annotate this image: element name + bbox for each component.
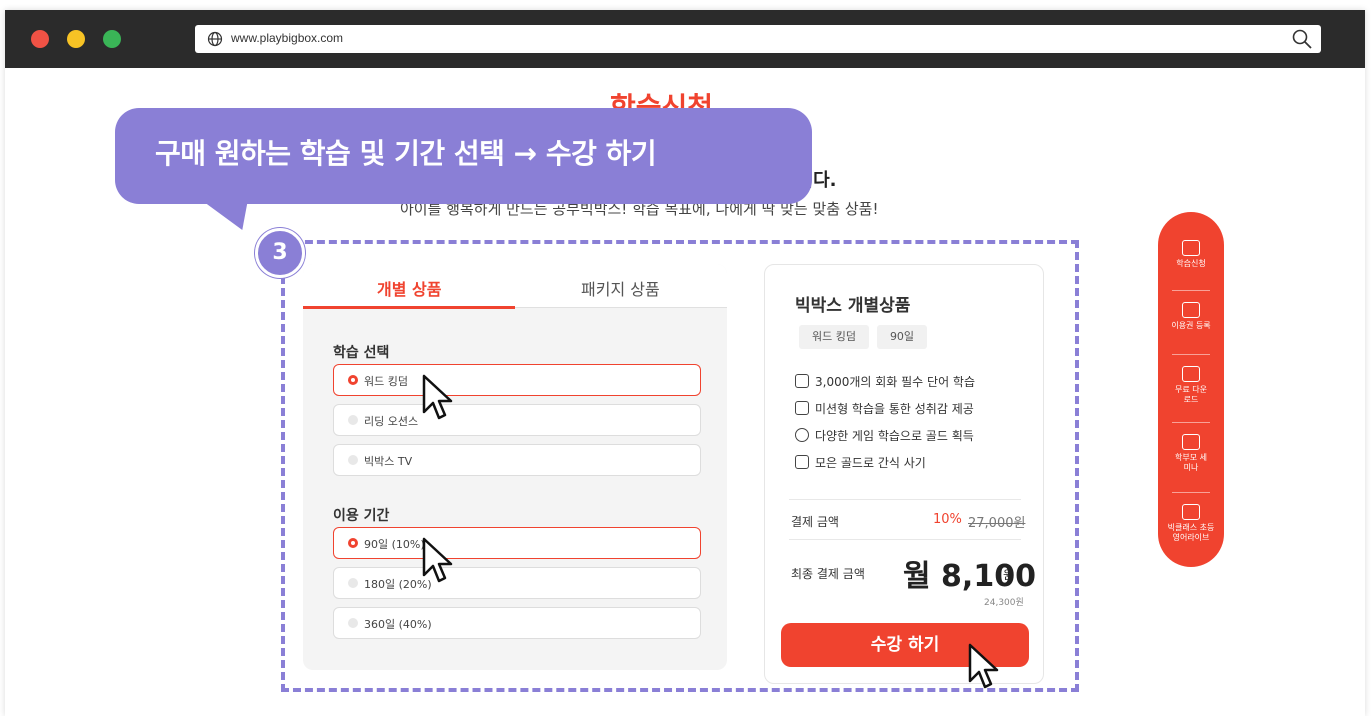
period-option[interactable]: 90일 (10%) [333, 527, 701, 559]
tab-individual-product[interactable]: 개별 상품 [377, 276, 441, 300]
feature-item: 3,000개의 회화 필수 단어 학습 [795, 373, 975, 390]
divider [1172, 422, 1210, 423]
globe-icon [207, 31, 223, 47]
mission-icon [795, 401, 809, 415]
apply-icon [1182, 240, 1200, 256]
product-tabs: 개별 상품 패키지 상품 [303, 264, 727, 309]
option-label: 90일 (10%) [364, 538, 425, 551]
period-option[interactable]: 180일 (20%) [333, 567, 701, 599]
final-price: 월 8,100 [903, 559, 1036, 594]
quick-menu: 학습신청 이용권 등록 무료 다운로드 학부모 세미나 빅클래스 초등영어라이브 [1158, 212, 1224, 567]
radio-icon [348, 455, 358, 465]
selected-period-chip: 90일 [877, 325, 927, 349]
learning-option[interactable]: 빅박스 TV [333, 444, 701, 476]
payment-amount-label: 결제 금액 [791, 515, 839, 529]
final-price-unit: 원 [1003, 568, 1015, 582]
order-summary-panel: 빅박스 개별상품 워드 킹덤 90일 3,000개의 회화 필수 단어 학습 미… [764, 264, 1044, 684]
maximize-window-button[interactable] [103, 30, 121, 48]
quick-menu-label: 이용권 등록 [1171, 321, 1211, 330]
total-price: 24,300원 [984, 598, 1024, 608]
quick-menu-label: 학부모 세미나 [1175, 453, 1207, 472]
divider [789, 539, 1021, 540]
browser-toolbar: www.playbigbox.com [5, 10, 1365, 68]
learning-section-label: 학습 선택 [333, 345, 390, 361]
class-icon [1182, 504, 1200, 520]
learning-option[interactable]: 워드 킹덤 [333, 364, 701, 396]
tab-package-product[interactable]: 패키지 상품 [581, 276, 660, 300]
address-bar[interactable]: www.playbigbox.com [195, 25, 1321, 53]
star-icon [795, 428, 809, 442]
search-icon[interactable] [1291, 28, 1313, 50]
callout-text: 구매 원하는 학습 및 기간 선택 → 수강 하기 [155, 137, 657, 170]
mouse-cursor-icon [422, 537, 453, 583]
discount-rate: 10% [933, 512, 962, 527]
ticket-icon [1182, 302, 1200, 318]
quick-menu-download[interactable]: 무료 다운로드 [1158, 366, 1224, 404]
radio-icon [348, 415, 358, 425]
step-badge: 3 [255, 228, 305, 278]
quick-menu-label: 빅클래스 초등영어라이브 [1167, 523, 1215, 542]
selection-panel: 개별 상품 패키지 상품 학습 선택 워드 킹덤 리딩 오션스 빅박스 TV 이… [303, 264, 727, 670]
url-text: www.playbigbox.com [231, 31, 344, 45]
feature-item: 다양한 게임 학습으로 골드 획득 [795, 427, 974, 444]
radio-icon [348, 538, 358, 548]
summary-title: 빅박스 개별상품 [795, 296, 911, 316]
seminar-icon [1182, 434, 1200, 450]
close-window-button[interactable] [31, 30, 49, 48]
feature-item: 미션형 학습을 통한 성취감 제공 [795, 400, 974, 417]
selected-learning-chip: 워드 킹덤 [799, 325, 869, 349]
radio-icon [348, 375, 358, 385]
quick-menu-label: 무료 다운로드 [1175, 385, 1207, 404]
active-tab-indicator [303, 306, 515, 309]
final-amount-label: 최종 결제 금액 [791, 567, 865, 581]
quick-menu-label: 학습신청 [1176, 259, 1206, 268]
quick-menu-class[interactable]: 빅클래스 초등영어라이브 [1158, 504, 1224, 542]
feature-item: 모은 골드로 간식 사기 [795, 454, 926, 471]
gift-icon [795, 455, 809, 469]
radio-icon [348, 618, 358, 628]
download-icon [1182, 366, 1200, 382]
learning-option[interactable]: 리딩 오션스 [333, 404, 701, 436]
period-option[interactable]: 360일 (40%) [333, 607, 701, 639]
book-icon [795, 374, 809, 388]
quick-menu-seminar[interactable]: 학부모 세미나 [1158, 434, 1224, 472]
quick-menu-ticket[interactable]: 이용권 등록 [1158, 302, 1224, 331]
original-price: 27,000원 [968, 516, 1026, 531]
divider [1172, 492, 1210, 493]
option-label: 빅박스 TV [364, 455, 413, 468]
divider [1172, 290, 1210, 291]
mouse-cursor-icon [968, 643, 999, 689]
mouse-cursor-icon [422, 374, 453, 420]
divider [1172, 354, 1210, 355]
option-label: 워드 킹덤 [364, 375, 408, 388]
quick-menu-apply[interactable]: 학습신청 [1158, 240, 1224, 269]
divider [789, 499, 1021, 500]
radio-icon [348, 578, 358, 588]
option-label: 360일 (40%) [364, 618, 432, 631]
option-label: 리딩 오션스 [364, 415, 419, 428]
minimize-window-button[interactable] [67, 30, 85, 48]
period-section-label: 이용 기간 [333, 508, 390, 524]
